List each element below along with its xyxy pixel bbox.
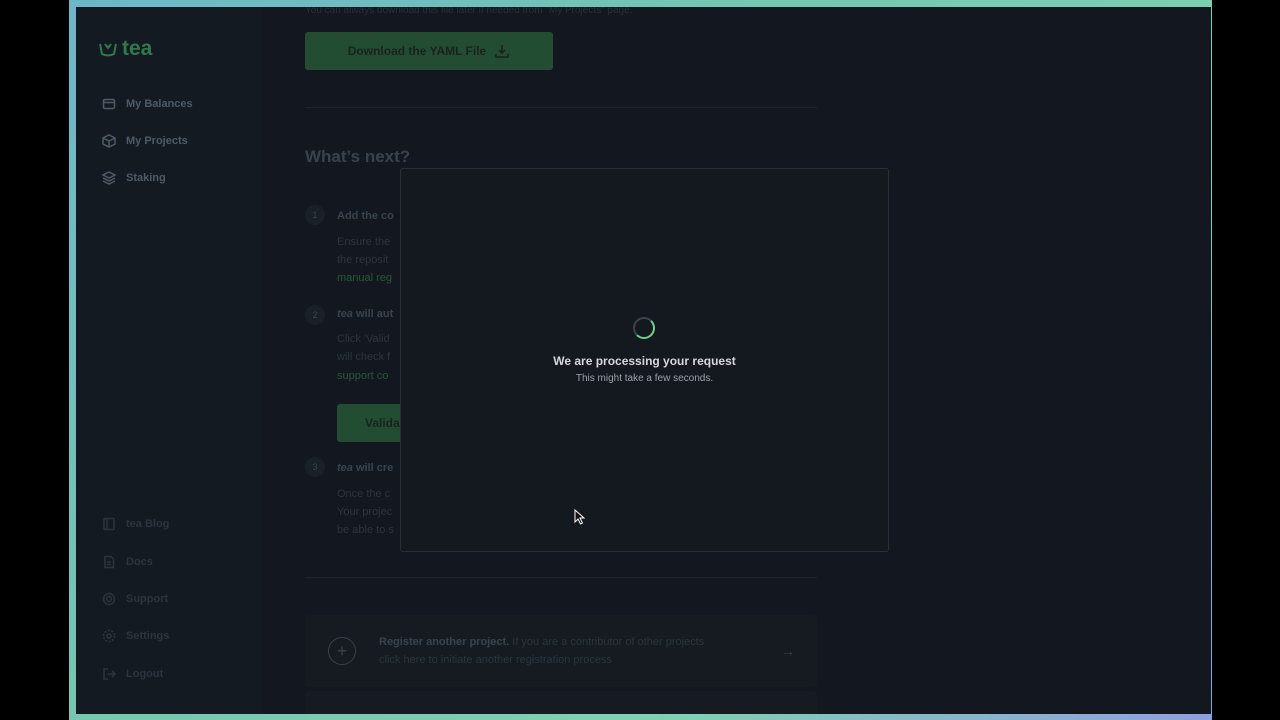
download-icon xyxy=(495,45,510,58)
sidebar-item-staking[interactable]: Staking xyxy=(102,171,166,185)
doc-icon xyxy=(102,555,116,569)
book-icon xyxy=(102,517,116,531)
step-number: 3 xyxy=(305,457,325,477)
step-text: the reposit xyxy=(337,254,389,266)
support-link[interactable]: support co xyxy=(337,370,388,382)
sidebar-item-support[interactable]: Support xyxy=(102,592,168,606)
sidebar-item-label: tea Blog xyxy=(126,518,170,530)
sidebar-item-my-projects[interactable]: My Projects xyxy=(102,134,188,148)
sidebar-item-label: Settings xyxy=(126,630,170,642)
loading-spinner-icon xyxy=(633,317,655,339)
logout-icon xyxy=(102,667,116,681)
whats-next-heading: What’s next? xyxy=(305,147,411,166)
arrow-right-icon: → xyxy=(781,643,795,659)
download-yaml-label: Download the YAML File xyxy=(347,44,487,58)
tea-cup-icon xyxy=(99,43,117,57)
next-card[interactable] xyxy=(305,691,817,714)
modal-title: We are processing your request xyxy=(553,354,736,368)
lifebuoy-icon xyxy=(102,592,116,606)
download-note: You can always download this file later … xyxy=(305,7,633,16)
modal-subtitle: This might take a few seconds. xyxy=(575,373,714,384)
register-text: Register another project. If you are a c… xyxy=(379,633,719,669)
register-another-project-card[interactable]: + Register another project. If you are a… xyxy=(305,615,817,687)
divider xyxy=(305,577,817,578)
sidebar-item-label: Support xyxy=(126,593,169,605)
sidebar-item-label: Logout xyxy=(126,668,164,680)
step-title: Add the co xyxy=(337,210,394,222)
step-text: will check f xyxy=(337,351,391,363)
mouse-cursor-icon xyxy=(574,509,586,525)
sidebar-item-docs[interactable]: Docs xyxy=(102,555,153,569)
step-title: tea will cre xyxy=(337,462,393,474)
gear-icon xyxy=(102,629,116,643)
step-text: Click 'Valid xyxy=(337,333,390,345)
step-title-em: tea xyxy=(337,308,353,320)
step-text: Once the c xyxy=(337,488,391,500)
manual-registration-link[interactable]: manual reg xyxy=(337,272,392,284)
app-window: tea My Balances My Projects Staking tea … xyxy=(76,7,1211,714)
processing-modal: We are processing your request This migh… xyxy=(400,168,889,552)
sidebar-item-label: My Balances xyxy=(126,98,193,110)
sidebar-item-label: My Projects xyxy=(126,135,188,147)
step-title-rest: will aut xyxy=(352,308,394,320)
logo[interactable]: tea xyxy=(98,37,152,61)
register-bold: Register another project. xyxy=(379,636,510,648)
box-icon xyxy=(102,134,116,148)
sidebar-item-logout[interactable]: Logout xyxy=(102,667,163,681)
step-title: tea will aut xyxy=(337,308,393,320)
sidebar-item-label: Staking xyxy=(126,172,166,184)
wallet-icon xyxy=(102,97,116,111)
sidebar-item-my-balances[interactable]: My Balances xyxy=(102,97,193,111)
step-number: 2 xyxy=(305,305,325,325)
layers-icon xyxy=(102,171,116,185)
step-title-rest: will cre xyxy=(352,462,394,474)
step-text: Ensure the xyxy=(337,236,391,248)
logo-text: tea xyxy=(122,37,153,60)
divider xyxy=(305,107,817,108)
step-text: be able to s xyxy=(337,524,394,536)
plus-icon: + xyxy=(328,637,356,665)
step-text: Your projec xyxy=(337,506,393,518)
sidebar-item-label: Docs xyxy=(126,556,153,568)
download-yaml-button[interactable]: Download the YAML File xyxy=(305,32,553,70)
sidebar: tea My Balances My Projects Staking tea … xyxy=(76,7,263,714)
sidebar-item-settings[interactable]: Settings xyxy=(102,629,169,643)
step-title-em: tea xyxy=(337,462,353,474)
step-number: 1 xyxy=(305,205,325,225)
sidebar-item-tea-blog[interactable]: tea Blog xyxy=(102,517,169,531)
